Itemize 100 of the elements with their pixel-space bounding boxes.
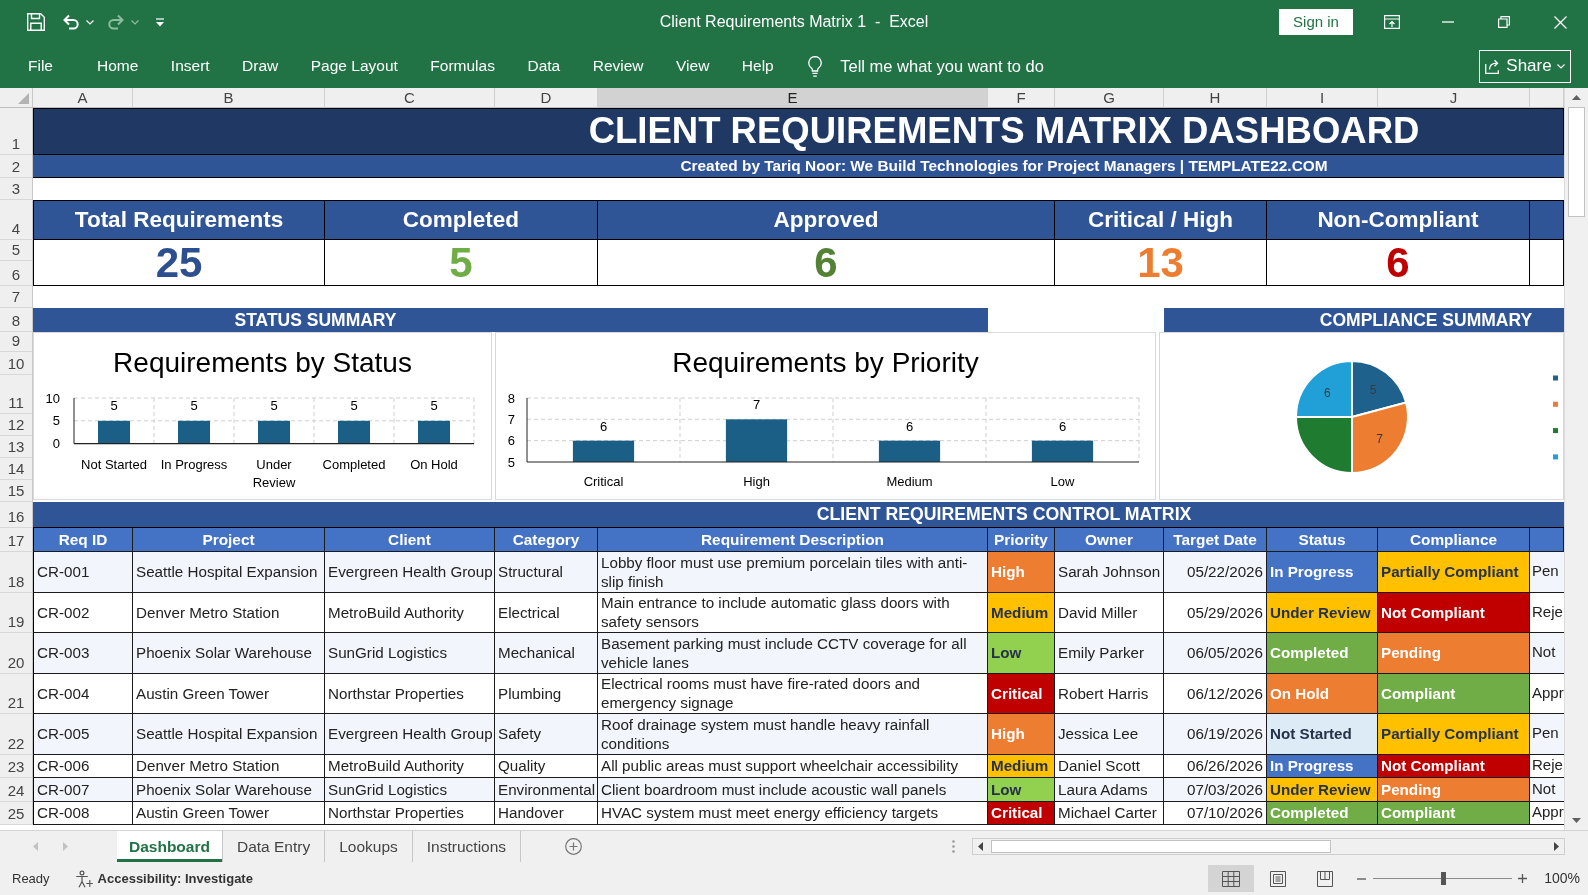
view-button[interactable] (1208, 865, 1255, 892)
row-header[interactable]: 10 (0, 352, 33, 375)
undo-icon[interactable] (62, 14, 80, 30)
close-icon[interactable] (1553, 15, 1567, 29)
column-header[interactable]: I (1267, 88, 1378, 108)
ribbon-tab[interactable]: Draw (242, 52, 279, 80)
row-header[interactable]: 2 (0, 155, 33, 178)
ribbon-tab[interactable]: Review (592, 52, 644, 80)
axis-label: Completed (322, 457, 386, 472)
dashboard-title: CLIENT REQUIREMENTS MATRIX DASHBOARD (33, 108, 1564, 155)
save-icon[interactable] (27, 13, 45, 31)
ribbon-tab[interactable]: View (676, 52, 710, 80)
box-arrow-icon[interactable] (1384, 15, 1400, 29)
column-heading: Req ID (33, 528, 133, 552)
scrollbar-thumb[interactable] (1568, 107, 1585, 217)
up-arrow-icon[interactable] (1572, 95, 1581, 100)
caret-icon[interactable] (155, 17, 165, 27)
row-header[interactable]: 9 (0, 332, 33, 352)
caret-icon (1556, 63, 1565, 69)
row-header[interactable]: 19 (0, 592, 33, 633)
share-icon (1485, 58, 1502, 74)
column-heading: Priority (988, 528, 1055, 552)
column-header[interactable]: G (1055, 88, 1164, 108)
ribbon-tab[interactable]: File (28, 52, 53, 80)
person-icon[interactable] (74, 869, 93, 888)
row-header[interactable]: 12 (0, 414, 33, 436)
table-cell: Evergreen Health Group (325, 552, 495, 593)
row-header[interactable]: 6 (0, 261, 33, 286)
ribbon-tab[interactable]: Insert (170, 52, 210, 80)
bar (338, 420, 370, 444)
column-header[interactable]: E (598, 88, 988, 108)
ribbon-tab[interactable]: Formulas (430, 52, 495, 80)
column-header[interactable]: H (1164, 88, 1267, 108)
left-arrow-icon[interactable] (978, 842, 983, 851)
down-arrow-icon[interactable] (1572, 818, 1581, 823)
lightbulb-icon[interactable] (808, 55, 823, 77)
table-cell: Handover (495, 801, 598, 825)
row-header[interactable]: 16 (0, 502, 33, 528)
tell-me-search[interactable]: Tell me what you want to do (840, 53, 1044, 79)
status-cell: On Hold (1267, 673, 1378, 714)
minus-icon[interactable] (1357, 877, 1367, 880)
priority-cell: High (988, 552, 1055, 593)
right-arrow-icon[interactable] (1554, 842, 1559, 851)
column-header[interactable]: D (495, 88, 598, 108)
zoom-percent[interactable]: 100% (1544, 868, 1580, 889)
row-header[interactable]: 21 (0, 673, 33, 714)
axis-label: 5 (507, 454, 515, 470)
table-cell: Jessica Lee (1055, 714, 1164, 755)
row-header[interactable]: 14 (0, 458, 33, 480)
row-header[interactable]: 24 (0, 778, 33, 802)
row-header[interactable]: 8 (0, 308, 33, 332)
priority-cell: Critical (988, 801, 1055, 825)
axis-label: 6 (507, 433, 515, 449)
table-cell: Not (1530, 633, 1564, 674)
table-cell: Michael Carter (1055, 801, 1164, 825)
row-header[interactable]: 25 (0, 801, 33, 825)
status-cell: Completed (1267, 633, 1378, 674)
column-header[interactable]: B (133, 88, 325, 108)
slider-thumb[interactable] (1440, 872, 1446, 885)
column-header[interactable]: J (1378, 88, 1530, 108)
dots-icon[interactable] (952, 840, 955, 853)
ribbon-tab[interactable]: Data (527, 52, 561, 80)
sheet-tab[interactable]: Dashboard (117, 831, 223, 862)
row-header[interactable]: 3 (0, 178, 33, 200)
scrollbar-thumb[interactable] (991, 840, 1331, 853)
axis-label: On Hold (410, 457, 458, 472)
row-header[interactable]: 4 (0, 200, 33, 240)
column-heading: Target Date (1164, 528, 1267, 552)
row-header[interactable]: 20 (0, 633, 33, 674)
ribbon-tab[interactable]: Home (97, 52, 139, 80)
plus-icon[interactable] (1518, 874, 1528, 883)
share-button[interactable]: Share (1479, 49, 1571, 83)
row-header[interactable]: 15 (0, 480, 33, 502)
accessibility-link[interactable]: Accessibility: Investigate (97, 868, 253, 889)
row-header[interactable]: 11 (0, 375, 33, 414)
ribbon-tab[interactable]: Help (741, 52, 774, 80)
row-header[interactable]: 23 (0, 754, 33, 778)
pie-slice (1295, 360, 1353, 418)
caret-icon[interactable] (131, 19, 139, 25)
table-header (1530, 528, 1564, 552)
column-header[interactable]: F (988, 88, 1055, 108)
row-header[interactable]: 13 (0, 435, 33, 458)
kpi-value: 6 (1267, 240, 1530, 286)
kpi-label: Non-Compliant (1267, 200, 1530, 240)
plus-icon[interactable] (565, 838, 583, 855)
table-cell: Client boardroom must include acoustic wall panels (598, 778, 988, 802)
row-header[interactable]: 1 (0, 108, 33, 155)
row-header[interactable]: 22 (0, 714, 33, 755)
ribbon-tab[interactable]: Page Layout (310, 52, 398, 80)
row-header[interactable]: 7 (0, 286, 33, 308)
row-header[interactable]: 17 (0, 528, 33, 552)
table-cell: HVAC system must meet energy efficiency targets (598, 801, 988, 825)
row-header[interactable]: 18 (0, 552, 33, 593)
row-header[interactable]: 5 (0, 240, 33, 261)
column-header[interactable]: A (33, 88, 133, 108)
sign-in-button[interactable]: Sign in (1279, 9, 1353, 35)
table-cell: Emily Parker (1055, 633, 1164, 674)
restore-icon[interactable] (1498, 16, 1510, 28)
column-heading: Requirement Description (598, 528, 988, 552)
column-header[interactable]: C (325, 88, 495, 108)
